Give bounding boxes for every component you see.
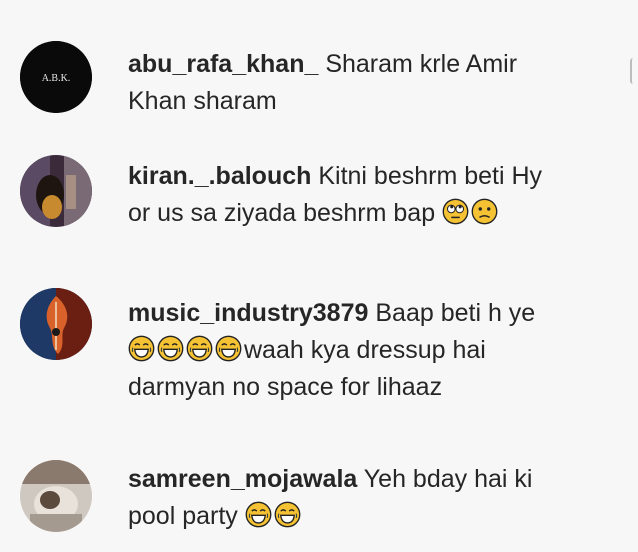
comment-text: darmyan no space for lihaaz — [128, 373, 443, 401]
profile-photo-icon[interactable] — [20, 155, 92, 227]
comment-username[interactable]: music_industry3879 — [128, 299, 368, 327]
comment-body: kiran._.balouch Kitni beshrm beti Hy or … — [128, 158, 618, 232]
face-with-rolling-eyes-icon — [442, 198, 469, 225]
more-options-icon[interactable] — [630, 58, 638, 84]
comment-username[interactable]: kiran._.balouch — [128, 162, 311, 190]
comment-text: Baap beti h ye — [375, 299, 536, 327]
comment-text: or us sa ziyada beshrm bap — [128, 199, 436, 227]
laughing-face-icon — [245, 501, 272, 528]
comment-body: music_industry3879 Baap beti h ye waah k… — [128, 295, 618, 406]
laughing-face-icon — [157, 335, 184, 362]
laughing-face-icon — [186, 335, 213, 362]
comment-text: Yeh bday hai ki — [363, 465, 533, 493]
comment-username[interactable]: abu_rafa_khan_ — [128, 50, 318, 78]
profile-photo-icon[interactable] — [20, 460, 92, 532]
comment-text: pool party — [128, 502, 238, 530]
guitar-art-avatar-icon[interactable] — [20, 288, 92, 360]
comment-text: Kitni beshrm beti Hy — [318, 162, 543, 190]
laughing-face-icon — [215, 335, 242, 362]
laughing-face-icon — [274, 501, 301, 528]
avatar-logo-text: A.B.K. — [42, 73, 71, 84]
comment-body: samreen_mojawala Yeh bday hai ki pool pa… — [128, 461, 618, 535]
comment-text: Sharam krle Amir — [325, 50, 518, 78]
confused-face-icon — [471, 198, 498, 225]
comment-text: Khan sharam — [128, 87, 277, 115]
comment-username[interactable]: samreen_mojawala — [128, 465, 357, 493]
comment-text: waah kya dressup hai — [244, 336, 486, 364]
laughing-face-icon — [128, 335, 155, 362]
comment-body: abu_rafa_khan_ Sharam krle Amir Khan sha… — [128, 46, 618, 120]
abk-logo-avatar-icon[interactable]: A.B.K. — [20, 41, 92, 113]
